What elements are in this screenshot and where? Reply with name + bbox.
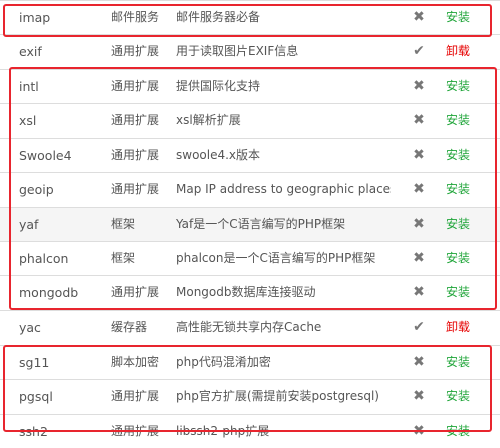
table-row: exif 通用扩展 用于读取图片EXIF信息 卸载 <box>0 34 500 68</box>
table-row: Swoole4 通用扩展 swoole4.x版本 安装 <box>0 138 500 172</box>
extension-type: 通用扩展 <box>111 148 160 162</box>
extension-description: Map IP address to geographic places <box>176 182 391 196</box>
extension-type: 框架 <box>111 251 136 265</box>
table-row: imap 邮件服务 邮件服务器必备 安装 <box>0 0 500 34</box>
table-row: intl 通用扩展 提供国际化支持 安装 <box>0 69 500 103</box>
uninstall-link[interactable]: 卸载 <box>446 311 486 344</box>
table-row: xsl 通用扩展 xsl解析扩展 安装 <box>0 103 500 137</box>
table-row: yaf 框架 Yaf是一个C语言编写的PHP框架 安装 <box>0 207 500 241</box>
extension-name: Swoole4 <box>19 148 72 163</box>
extension-type: 邮件服务 <box>111 10 160 24</box>
x-icon <box>408 104 430 137</box>
install-link[interactable]: 安装 <box>446 104 486 137</box>
extension-description: xsl解析扩展 <box>176 113 241 127</box>
extension-description: Yaf是一个C语言编写的PHP框架 <box>176 217 346 231</box>
check-icon <box>408 311 430 344</box>
table-row: phalcon 框架 phalcon是一个C语言编写的PHP框架 安装 <box>0 241 500 275</box>
extension-type: 通用扩展 <box>111 113 160 127</box>
install-link[interactable]: 安装 <box>446 346 486 379</box>
extension-name: imap <box>19 10 51 25</box>
extension-name: pgsql <box>19 389 53 404</box>
extension-name: intl <box>19 79 39 94</box>
extension-description: 高性能无锁共享内存Cache <box>176 320 322 334</box>
x-icon <box>408 1 430 34</box>
x-icon <box>408 242 430 275</box>
extension-type: 通用扩展 <box>111 285 160 299</box>
extension-name: xsl <box>19 113 37 128</box>
extension-description: 用于读取图片EXIF信息 <box>176 44 299 58</box>
extension-type: 通用扩展 <box>111 389 160 403</box>
table-row: mongodb 通用扩展 Mongodb数据库连接驱动 安装 <box>0 275 500 309</box>
extension-name: mongodb <box>19 285 79 300</box>
install-link[interactable]: 安装 <box>446 208 486 241</box>
extension-description: php官方扩展(需提前安装postgresql) <box>176 389 379 403</box>
x-icon <box>408 346 430 379</box>
x-icon <box>408 208 430 241</box>
table-row: sg11 脚本加密 php代码混淆加密 安装 <box>0 345 500 379</box>
extension-name: yaf <box>19 217 39 232</box>
table-row: geoip 通用扩展 Map IP address to geographic pl… <box>0 172 500 206</box>
x-icon <box>408 70 430 103</box>
install-link[interactable]: 安装 <box>446 139 486 172</box>
install-link[interactable]: 安装 <box>446 70 486 103</box>
install-link[interactable]: 安装 <box>446 276 486 309</box>
extension-type: 框架 <box>111 217 136 231</box>
extension-type: 脚本加密 <box>111 355 160 369</box>
install-link[interactable]: 安装 <box>446 173 486 206</box>
uninstall-link[interactable]: 卸载 <box>446 35 486 68</box>
extension-type: 通用扩展 <box>111 79 160 93</box>
extension-description: phalcon是一个C语言编写的PHP框架 <box>176 251 376 265</box>
install-link[interactable]: 安装 <box>446 1 486 34</box>
extension-name: phalcon <box>19 251 69 266</box>
extension-type: 通用扩展 <box>111 44 160 58</box>
x-icon <box>408 139 430 172</box>
extension-description: swoole4.x版本 <box>176 148 261 162</box>
install-link[interactable]: 安装 <box>446 380 486 413</box>
table-row: yac 缓存器 高性能无锁共享内存Cache 卸载 <box>0 310 500 344</box>
extension-type: 通用扩展 <box>111 182 160 196</box>
x-icon <box>408 173 430 206</box>
extension-description: 邮件服务器必备 <box>176 10 261 24</box>
x-icon <box>408 380 430 413</box>
extension-description: Mongodb数据库连接驱动 <box>176 285 316 299</box>
extension-description: php代码混淆加密 <box>176 355 271 369</box>
extension-description: 提供国际化支持 <box>176 79 261 93</box>
install-link[interactable]: 安装 <box>446 242 486 275</box>
check-icon <box>408 35 430 68</box>
extension-name: yac <box>19 320 41 335</box>
x-icon <box>408 276 430 309</box>
extension-name: sg11 <box>19 355 50 370</box>
extension-name: exif <box>19 44 42 59</box>
table-row: pgsql 通用扩展 php官方扩展(需提前安装postgresql) 安装 <box>0 379 500 413</box>
extension-name: geoip <box>19 182 54 197</box>
extension-type: 缓存器 <box>111 320 148 334</box>
table-row: ssh2通用扩展libssh2-php扩展安装 <box>0 414 500 448</box>
